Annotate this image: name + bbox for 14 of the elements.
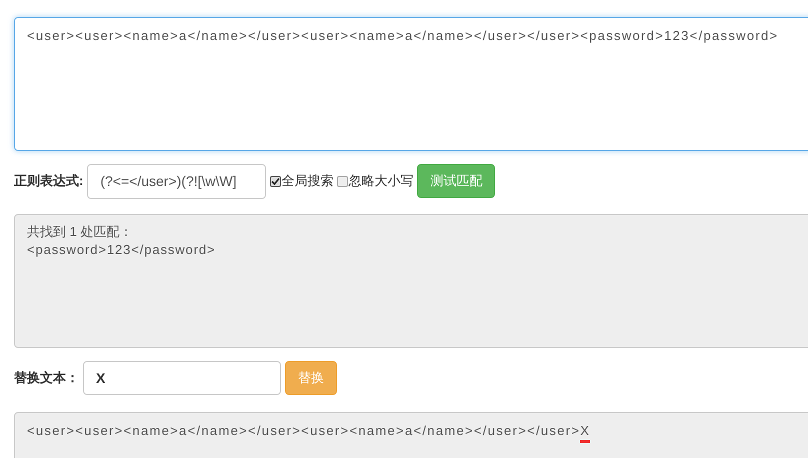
checkbox-label: 忽略大小写 — [348, 172, 414, 190]
match-summary: 共找到 1 处匹配： — [27, 223, 134, 241]
source-text-area[interactable]: <user><user><name>a</name></user><user><name>a</name></user></user><password>123</password> — [14, 17, 808, 151]
checkbox[interactable] — [270, 176, 282, 186]
check-icon — [271, 176, 280, 186]
checkbox[interactable] — [337, 176, 348, 186]
replace-input[interactable]: X — [83, 361, 281, 395]
checkbox-label: 全局搜索 — [281, 172, 334, 190]
regex-input[interactable]: (?<=</user>)(?![\w\W] — [87, 164, 266, 198]
replace-label: 替换文本： — [14, 369, 79, 388]
match-line: <password>123</password> — [27, 241, 217, 259]
regex-label: 正则表达式: — [14, 172, 84, 190]
result-text: <user><user><name>a</name></user><user><name>a</name></user></user> — [27, 423, 580, 438]
highlighted-match: X — [580, 423, 590, 443]
